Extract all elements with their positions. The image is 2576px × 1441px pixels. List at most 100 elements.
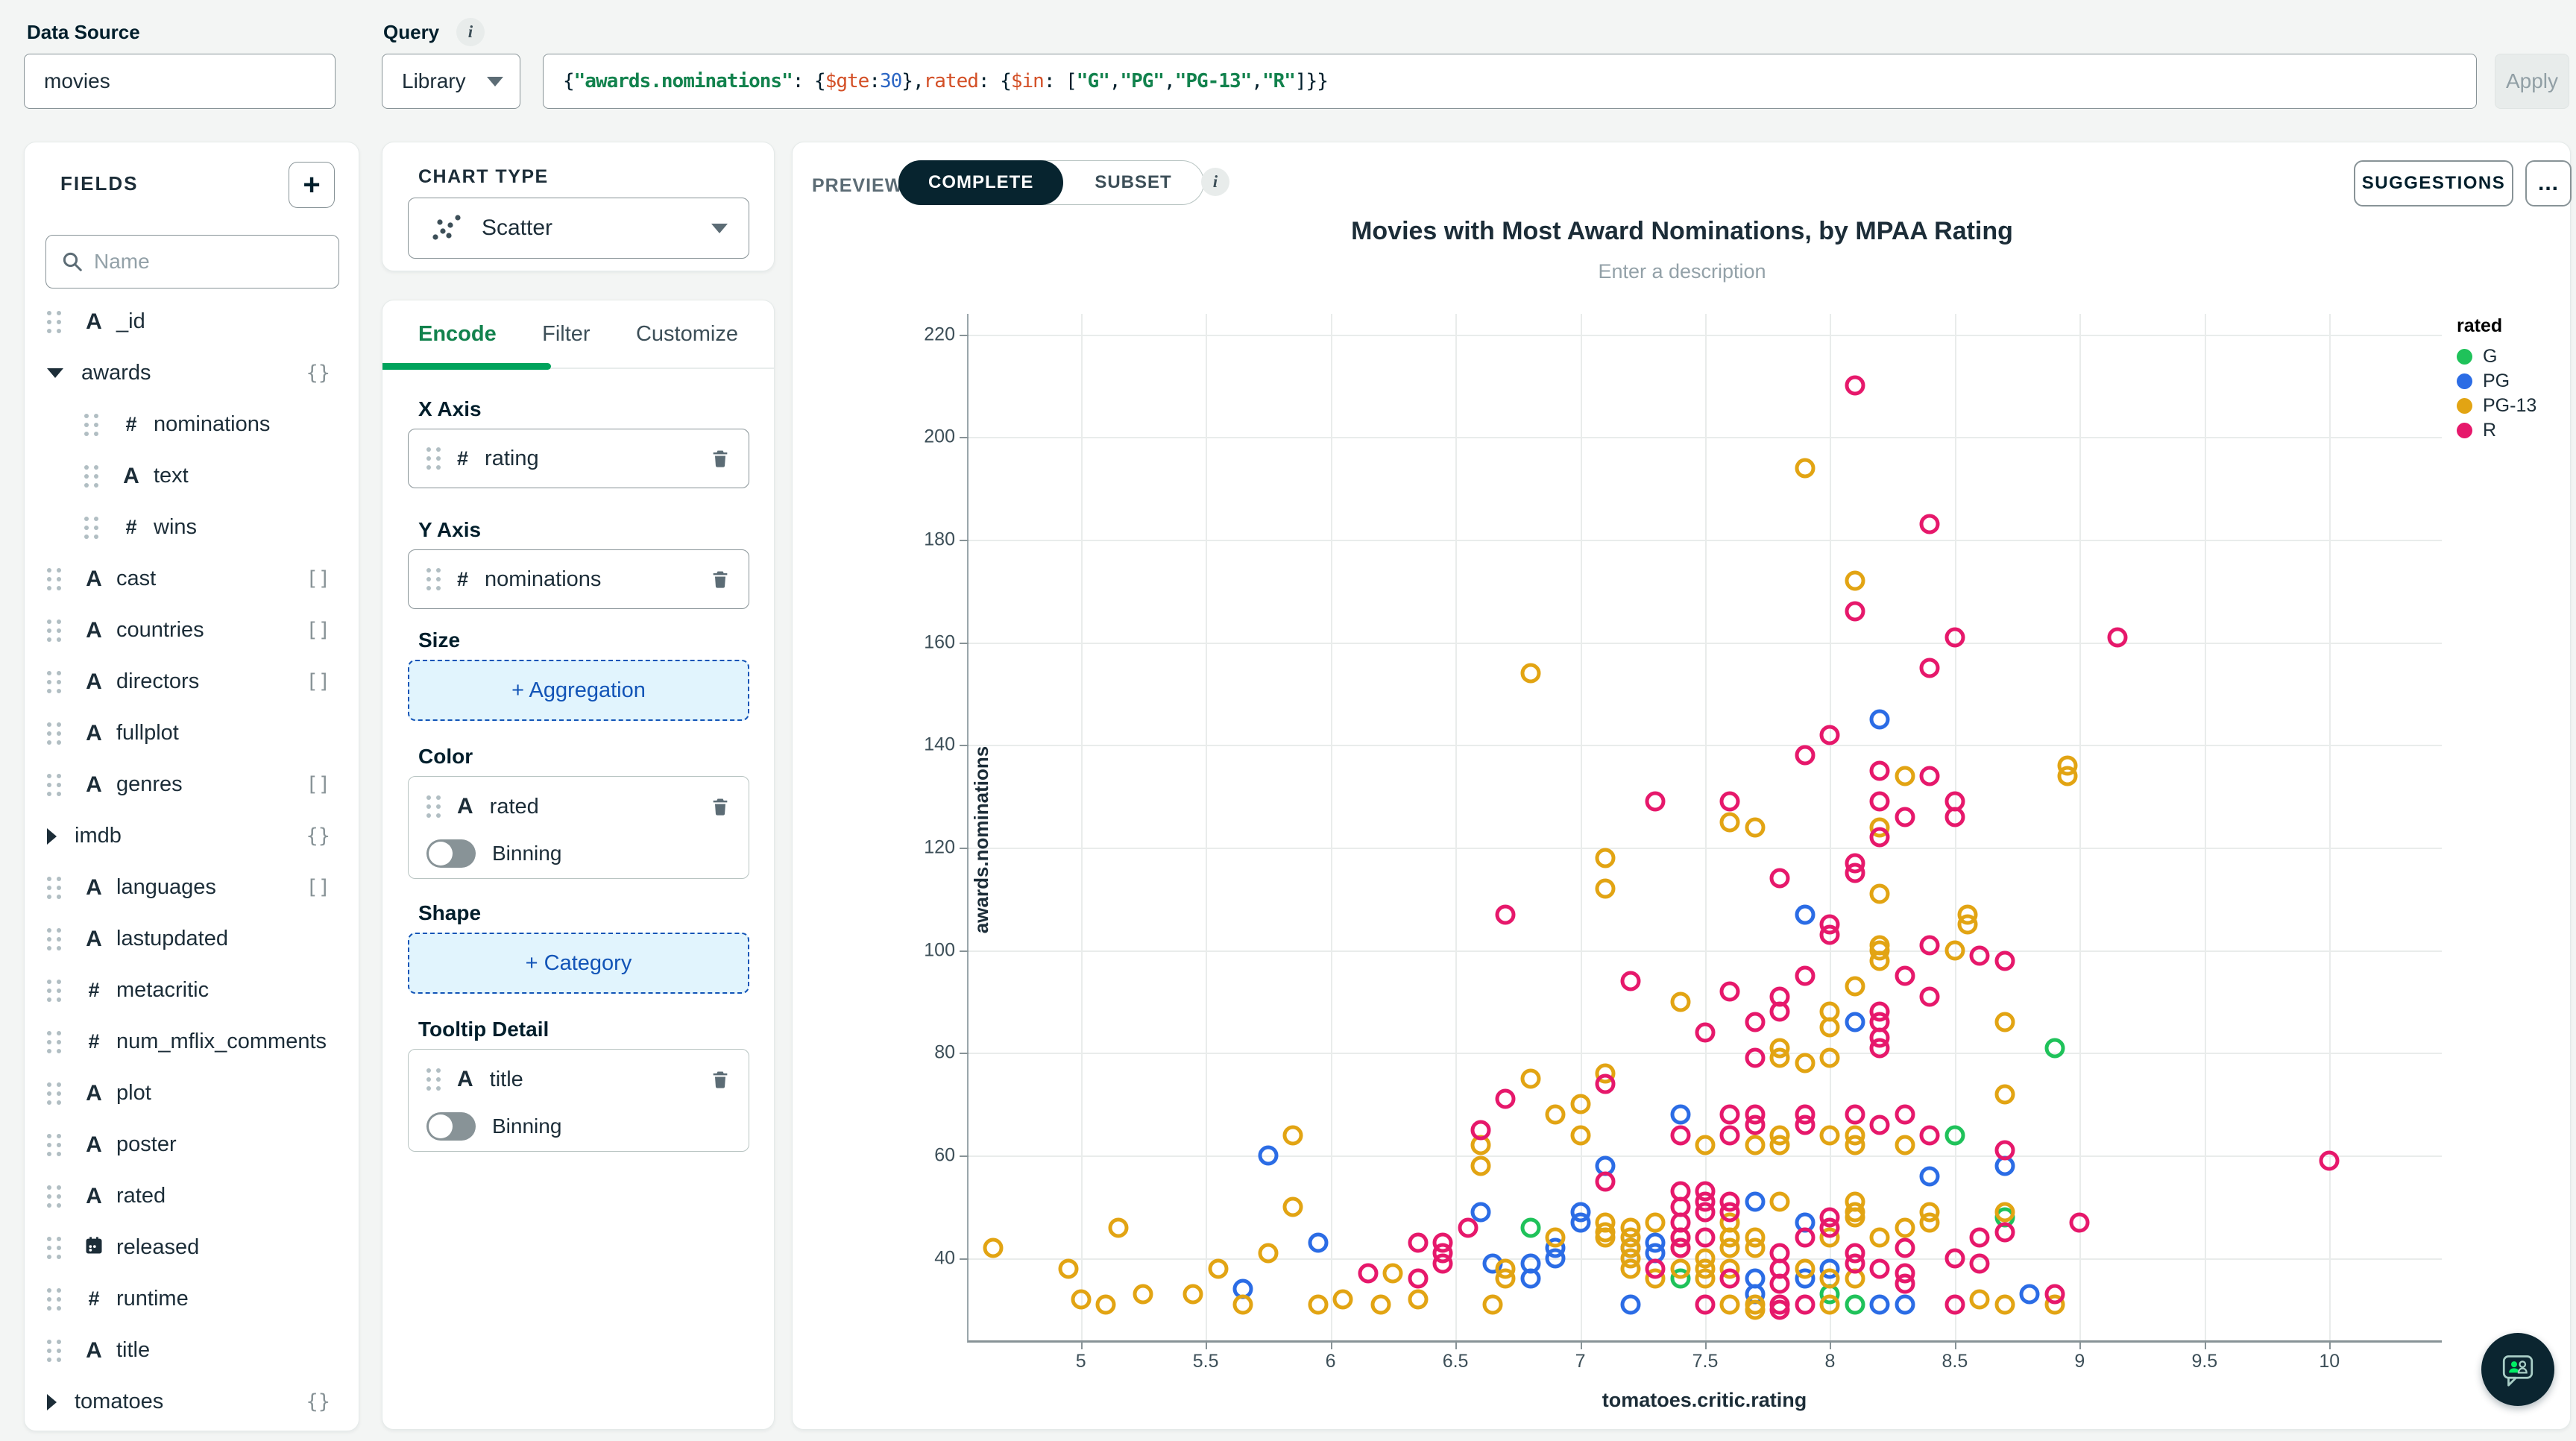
data-point-R[interactable] <box>1969 1227 1990 1248</box>
data-point-PG-13[interactable] <box>1795 458 1816 479</box>
tab-customize[interactable]: Customize <box>636 322 738 347</box>
data-point-R[interactable] <box>1769 1273 1790 1294</box>
data-point-PG-13[interactable] <box>1520 663 1541 684</box>
field-item-released[interactable]: released <box>25 1222 359 1273</box>
data-point-R[interactable] <box>1408 1232 1429 1253</box>
query-input[interactable]: {"awards.nominations": {$gte: 30}, rated… <box>543 54 2477 109</box>
data-point-R[interactable] <box>1769 1299 1790 1320</box>
data-point-R[interactable] <box>1795 965 1816 986</box>
data-point-PG-13[interactable] <box>983 1237 1004 1258</box>
data-point-R[interactable] <box>1795 1114 1816 1135</box>
data-point-R[interactable] <box>2044 1284 2065 1305</box>
drag-handle-icon[interactable] <box>47 1185 61 1208</box>
data-point-PG-13[interactable] <box>1957 914 1978 935</box>
field-item-tomatoes[interactable]: tomatoes {} <box>25 1376 359 1428</box>
data-point-R[interactable] <box>1819 924 1840 945</box>
data-point-PG[interactable] <box>1895 1294 1915 1315</box>
data-point-PG-13[interactable] <box>1745 817 1766 837</box>
data-point-PG-13[interactable] <box>1370 1294 1391 1315</box>
data-point-R[interactable] <box>1869 1258 1890 1279</box>
data-point-PG-13[interactable] <box>1719 1237 1740 1258</box>
data-point-PG-13[interactable] <box>1719 1294 1740 1315</box>
data-point-PG-13[interactable] <box>1408 1289 1429 1310</box>
data-point-PG-13[interactable] <box>1819 1017 1840 1038</box>
data-point-PG-13[interactable] <box>1670 991 1690 1012</box>
drag-handle-icon[interactable] <box>47 876 61 899</box>
field-item-lastupdated[interactable]: Alastupdated <box>25 913 359 965</box>
data-point-PG-13[interactable] <box>1095 1294 1116 1315</box>
y-axis-field[interactable]: # nominations <box>408 549 749 609</box>
drag-handle-icon[interactable] <box>47 1133 61 1156</box>
data-point-R[interactable] <box>1719 1268 1740 1289</box>
data-point-R[interactable] <box>1719 1104 1740 1125</box>
drag-handle-icon[interactable] <box>47 567 61 590</box>
data-point-PG-13[interactable] <box>1470 1155 1491 1176</box>
data-point-R[interactable] <box>1719 1202 1740 1223</box>
query-mode-select[interactable]: Library <box>382 54 520 109</box>
data-point-R[interactable] <box>1869 760 1890 781</box>
drag-handle-icon[interactable] <box>47 927 61 950</box>
data-point-R[interactable] <box>1408 1268 1429 1289</box>
data-point-PG-13[interactable] <box>1994 1202 2015 1223</box>
data-point-G[interactable] <box>2044 1038 2065 1059</box>
data-point-R[interactable] <box>1670 1125 1690 1146</box>
data-point-R[interactable] <box>1969 1253 1990 1274</box>
data-point-PG-13[interactable] <box>1745 1237 1766 1258</box>
data-point-PG-13[interactable] <box>1819 1047 1840 1068</box>
drag-handle-icon[interactable] <box>47 1287 61 1311</box>
data-point-PG-13[interactable] <box>1845 570 1865 591</box>
data-point-PG-13[interactable] <box>1745 1135 1766 1155</box>
data-point-PG-13[interactable] <box>1745 1299 1766 1320</box>
data-point-R[interactable] <box>1495 904 1516 925</box>
data-point-PG-13[interactable] <box>1795 1053 1816 1073</box>
field-item-text[interactable]: Atext <box>25 450 359 502</box>
data-point-R[interactable] <box>1944 807 1965 827</box>
data-point-PG[interactable] <box>1869 709 1890 730</box>
data-point-PG-13[interactable] <box>2057 766 2078 786</box>
data-point-R[interactable] <box>1919 986 1940 1007</box>
data-point-R[interactable] <box>1869 1038 1890 1059</box>
field-item-rated[interactable]: Arated <box>25 1170 359 1222</box>
field-item-awards[interactable]: awards {} <box>25 347 359 399</box>
data-point-R[interactable] <box>1719 981 1740 1002</box>
data-point-PG[interactable] <box>1795 904 1816 925</box>
data-point-R[interactable] <box>1845 375 1865 396</box>
drag-handle-icon[interactable] <box>47 722 61 745</box>
data-point-R[interactable] <box>1769 1001 1790 1022</box>
data-point-PG[interactable] <box>1620 1294 1641 1315</box>
data-point-R[interactable] <box>1358 1263 1379 1284</box>
color-binning-toggle[interactable] <box>426 839 476 868</box>
data-point-R[interactable] <box>1919 514 1940 535</box>
data-point-R[interactable] <box>1670 1237 1690 1258</box>
data-point-PG-13[interactable] <box>1545 1227 1566 1248</box>
data-point-PG-13[interactable] <box>1133 1284 1153 1305</box>
data-point-PG-13[interactable] <box>1570 1094 1591 1114</box>
color-field[interactable]: A rated Binning <box>408 776 749 879</box>
data-point-R[interactable] <box>1895 1237 1915 1258</box>
data-point-R[interactable] <box>1769 868 1790 889</box>
field-item-countries[interactable]: Acountries [] <box>25 605 359 656</box>
data-point-PG-13[interactable] <box>1520 1068 1541 1089</box>
data-point-R[interactable] <box>1458 1217 1478 1238</box>
data-point-R[interactable] <box>1895 1104 1915 1125</box>
data-point-PG[interactable] <box>1869 1294 1890 1315</box>
drag-handle-icon[interactable] <box>426 795 441 818</box>
data-point-PG-13[interactable] <box>1595 1227 1616 1248</box>
shape-add-category-button[interactable]: + Category <box>408 933 749 994</box>
field-item-imdb[interactable]: imdb {} <box>25 810 359 862</box>
data-source-input[interactable]: movies <box>24 54 336 109</box>
chat-help-button[interactable] <box>2481 1333 2554 1406</box>
data-point-R[interactable] <box>1994 950 2015 971</box>
data-point-R[interactable] <box>1620 971 1641 991</box>
field-item-num_mflix_comments[interactable]: # num_mflix_comments <box>25 1016 359 1068</box>
data-point-R[interactable] <box>1432 1253 1453 1274</box>
data-point-PG-13[interactable] <box>1645 1212 1666 1233</box>
field-item-plot[interactable]: Aplot <box>25 1068 359 1119</box>
drag-handle-icon[interactable] <box>47 1030 61 1053</box>
trash-icon[interactable] <box>710 447 731 470</box>
field-item-poster[interactable]: Aposter <box>25 1119 359 1170</box>
drag-handle-icon[interactable] <box>426 1068 441 1091</box>
data-point-R[interactable] <box>1695 1202 1716 1223</box>
data-point-R[interactable] <box>1595 1171 1616 1192</box>
data-point-PG-13[interactable] <box>1282 1196 1303 1217</box>
